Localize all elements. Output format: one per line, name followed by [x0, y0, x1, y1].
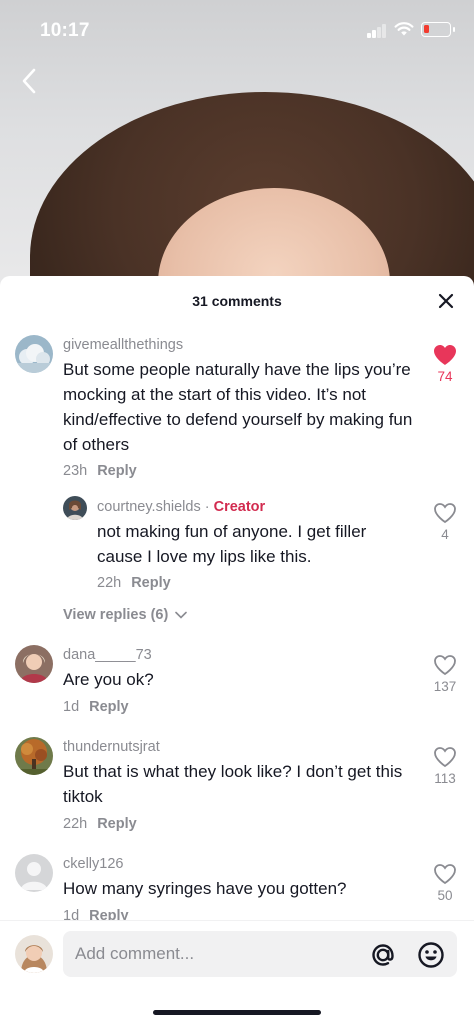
comment-input[interactable] — [75, 931, 355, 977]
heart-outline-icon — [434, 864, 456, 885]
comments-header: 31 comments — [0, 276, 474, 326]
reply-meta: 22h Reply — [97, 575, 171, 591]
my-avatar — [15, 935, 53, 973]
like-count: 74 — [437, 369, 453, 384]
like-button[interactable]: 113 — [425, 746, 465, 786]
reply-button[interactable]: Reply — [97, 463, 137, 479]
mention-at-icon[interactable] — [368, 940, 398, 970]
comment-meta: 1d Reply — [63, 699, 129, 715]
comment-username[interactable]: givemeallthethings — [63, 337, 183, 353]
comment-username[interactable]: thundernutsjrat — [63, 739, 160, 755]
avatar[interactable] — [15, 854, 53, 892]
like-count: 4 — [441, 527, 449, 542]
battery-icon — [421, 22, 455, 37]
like-count: 113 — [434, 771, 456, 786]
avatar[interactable] — [15, 335, 53, 373]
view-replies-button[interactable]: View replies (6) — [63, 607, 188, 623]
reply-text: not making fun of anyone. I get filler c… — [97, 522, 367, 566]
chevron-down-icon — [175, 611, 188, 619]
creator-badge: Creator — [213, 499, 266, 515]
like-button[interactable]: 137 — [425, 654, 465, 694]
comment-time: 1d — [63, 908, 80, 920]
comment-time: 22h — [63, 816, 88, 832]
emoji-icon[interactable] — [416, 940, 446, 970]
like-button[interactable]: 50 — [425, 863, 465, 903]
like-button[interactable]: 74 — [425, 344, 465, 384]
heart-outline-icon — [434, 655, 456, 676]
reply-button[interactable]: Reply — [131, 575, 171, 591]
status-time: 10:17 — [40, 20, 90, 41]
reply-username-line: courtney.shields · Creator — [97, 499, 265, 515]
heart-filled-icon — [434, 345, 456, 365]
reply-button[interactable]: Reply — [89, 699, 129, 715]
comment-input-bar — [0, 920, 474, 1025]
avatar[interactable] — [15, 645, 53, 683]
heart-outline-icon — [434, 747, 456, 768]
like-count: 50 — [437, 888, 453, 903]
comments-list[interactable]: givemeallthethings But some people natur… — [0, 326, 474, 920]
close-icon[interactable] — [438, 293, 454, 309]
cellular-signal-icon — [367, 24, 387, 38]
status-bar: 10:17 — [0, 0, 474, 60]
reply-separator: · — [204, 499, 210, 515]
reply-button[interactable]: Reply — [97, 816, 137, 832]
comment-time: 1d — [63, 699, 80, 715]
like-button[interactable]: 4 — [425, 502, 465, 542]
comment-text: How many syringes have you gotten? — [63, 879, 347, 898]
reply-username[interactable]: courtney.shields — [97, 499, 201, 515]
comment-meta: 23h Reply — [63, 463, 137, 479]
wifi-icon — [394, 22, 414, 36]
comment-text: Are you ok? — [63, 670, 154, 689]
comment-input-wrapper — [63, 931, 457, 977]
comment-username[interactable]: dana_____73 — [63, 647, 152, 663]
like-count: 137 — [433, 679, 457, 694]
comment-meta: 1d Reply — [63, 908, 129, 920]
reply-time: 22h — [97, 575, 122, 591]
comment-text: But that is what they look like? I don’t… — [63, 762, 403, 806]
comment-meta: 22h Reply — [63, 816, 137, 832]
comments-count: 31 comments — [192, 293, 282, 309]
creator-avatar[interactable] — [63, 496, 87, 520]
view-replies-label: View replies (6) — [63, 607, 169, 623]
home-indicator — [153, 1010, 321, 1015]
back-chevron-icon[interactable] — [18, 66, 42, 96]
comment-time: 23h — [63, 463, 88, 479]
comment-username[interactable]: ckelly126 — [63, 856, 123, 872]
reply-button[interactable]: Reply — [89, 908, 129, 920]
comment-text: But some people naturally have the lips … — [63, 360, 413, 454]
avatar[interactable] — [15, 737, 53, 775]
comments-sheet: 31 comments givemeallthethings But some … — [0, 276, 474, 1025]
heart-outline-icon — [434, 503, 456, 524]
